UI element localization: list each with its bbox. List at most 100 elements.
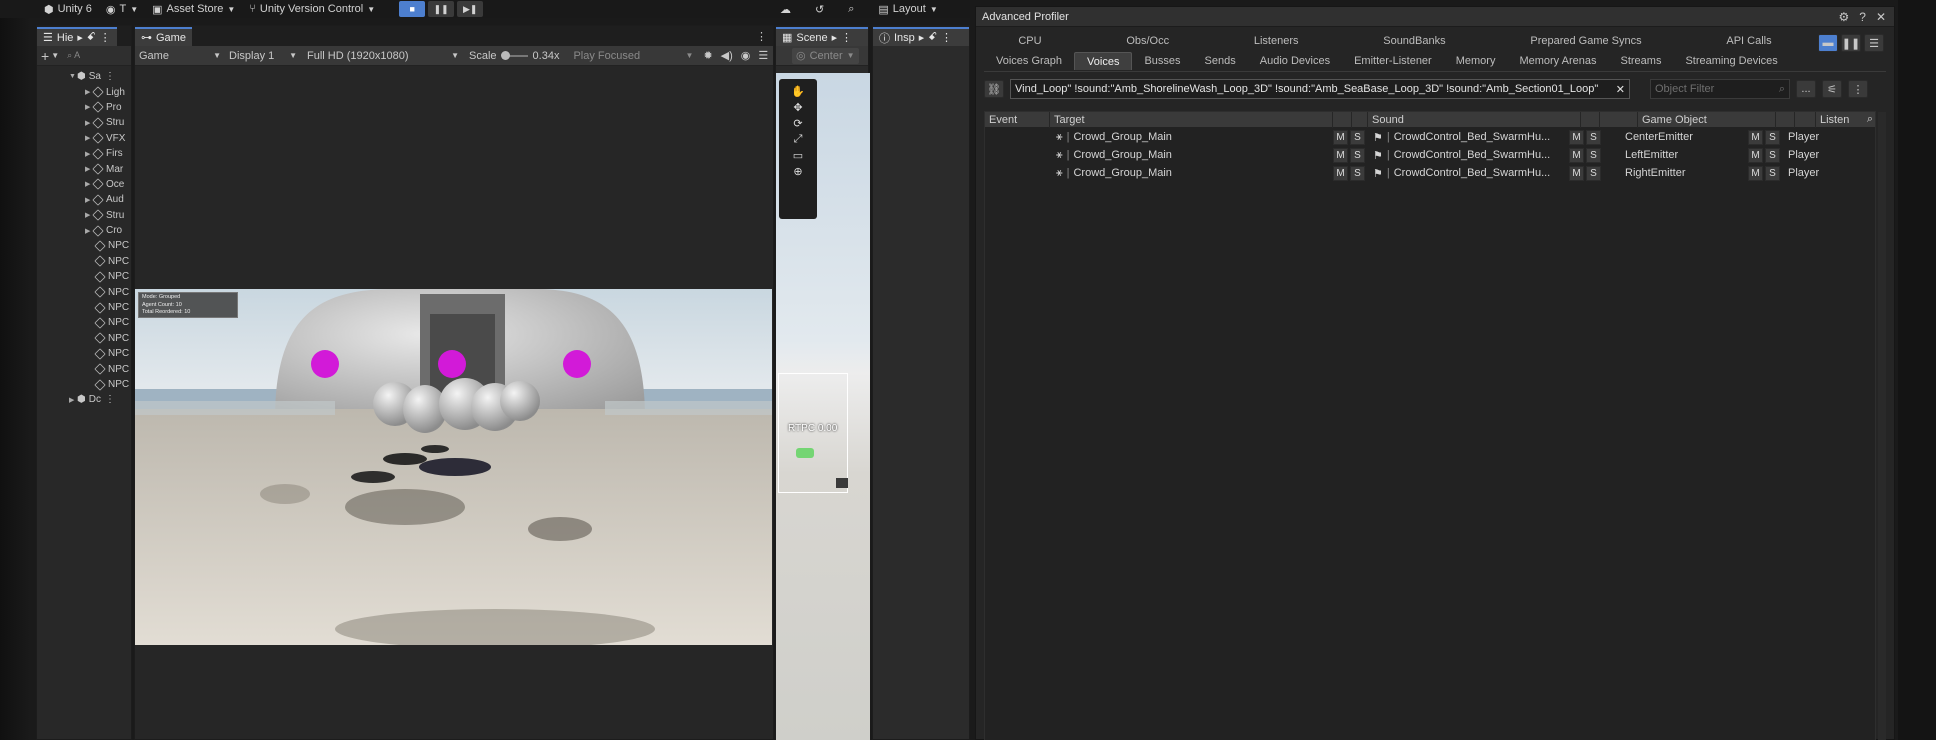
tab-soundbanks[interactable]: SoundBanks (1371, 32, 1457, 50)
tab-listeners[interactable]: Listeners (1242, 32, 1311, 50)
list-item[interactable]: ▶ Firs (37, 146, 131, 161)
layout-split-vertical-icon[interactable]: ❚❚ (1841, 34, 1861, 52)
pause-button[interactable]: ❚❚ (428, 1, 455, 17)
list-item[interactable]: NPC (37, 284, 131, 299)
tab-emitter-listener[interactable]: Emitter-Listener (1342, 52, 1444, 70)
layout-split-horizontal-icon[interactable]: ☰ (1864, 34, 1884, 52)
scale-slider[interactable] (500, 50, 528, 60)
gear-icon[interactable]: ⚙ (1838, 10, 1849, 24)
list-item[interactable]: ▶ Oce (37, 177, 131, 192)
list-item[interactable]: ▶ Pro (37, 100, 131, 115)
list-item[interactable]: ▶ Mar (37, 161, 131, 176)
list-item[interactable]: ▶ Stru (37, 115, 131, 130)
tab-audio-devices[interactable]: Audio Devices (1248, 52, 1342, 70)
step-button[interactable]: ▶❚ (457, 1, 484, 17)
solo-button[interactable]: S (1586, 165, 1601, 181)
list-item[interactable]: ▶ Ligh (37, 84, 131, 99)
stats-icon[interactable]: ☰ (758, 49, 768, 62)
kebab-menu-icon[interactable]: ⋮ (1848, 80, 1868, 98)
version-control-menu[interactable]: ⑂ Unity Version Control ▼ (249, 3, 375, 15)
list-item[interactable]: ▶ Cro (37, 223, 131, 238)
tab-streaming-devices[interactable]: Streaming Devices (1673, 52, 1789, 70)
expand-arrow-icon[interactable]: ▶ (69, 396, 77, 404)
layout-single-icon[interactable]: ▬ (1818, 34, 1838, 52)
gizmos-icon[interactable]: ◉ (741, 49, 751, 62)
solo-button[interactable]: S (1350, 129, 1365, 145)
tab-sends[interactable]: Sends (1193, 52, 1248, 70)
search-icon[interactable]: ⌕ (1867, 113, 1873, 126)
mute-button[interactable]: M (1748, 129, 1763, 145)
expand-arrow-icon[interactable]: ▼ (69, 73, 77, 80)
mute-button[interactable]: M (1569, 147, 1584, 163)
kebab-menu-icon[interactable]: ⋮ (941, 31, 952, 44)
stop-button[interactable]: ■ (399, 1, 426, 17)
tab-memory-arenas[interactable]: Memory Arenas (1507, 52, 1608, 70)
kebab-menu-icon[interactable]: ⋮ (841, 31, 852, 44)
table-row[interactable]: ⚹ | Crowd_Group_Main M S ⚑ | CrowdControl_Bed_S… (985, 164, 1875, 182)
rotate-tool-icon[interactable]: ⟳ (793, 117, 802, 130)
more-button[interactable]: ... (1796, 80, 1816, 98)
solo-button[interactable]: S (1586, 129, 1601, 145)
solo-button[interactable]: S (1765, 165, 1780, 181)
pivot-dropdown[interactable]: ◎ Center ▼ (792, 47, 859, 64)
audio-icon[interactable]: ◀) (721, 49, 733, 62)
list-item[interactable]: NPC (37, 269, 131, 284)
list-item[interactable]: NPC (37, 361, 131, 376)
game-mode-dropdown[interactable]: Game ▼ (135, 50, 221, 62)
tab-scene[interactable]: ▦ Scene ▶ ⋮ (776, 27, 868, 46)
filter-input[interactable]: Vind_Loop" !sound:"Amb_ShorelineWash_Loo… (1010, 79, 1630, 99)
table-row[interactable]: ⚹ | Crowd_Group_Main M S ⚑ | CrowdControl_Bed_S… (985, 146, 1875, 164)
tab-cpu[interactable]: CPU (1006, 32, 1053, 50)
mute-button[interactable]: M (1748, 165, 1763, 181)
list-item[interactable]: NPC (37, 331, 131, 346)
list-item[interactable]: NPC (37, 238, 131, 253)
display-dropdown[interactable]: Display 1 ▼ (221, 50, 297, 62)
tab-busses[interactable]: Busses (1132, 52, 1192, 70)
account-menu[interactable]: ⬢ Unity 6 (44, 3, 92, 16)
kebab-menu-icon[interactable]: ⋮ (756, 27, 767, 46)
mute-button[interactable]: M (1748, 147, 1763, 163)
tab-game[interactable]: ⊶ Game (135, 27, 192, 46)
column-target[interactable]: Target (1050, 111, 1333, 128)
help-icon[interactable]: ? (1859, 10, 1866, 24)
solo-button[interactable]: S (1765, 129, 1780, 145)
list-item[interactable]: ▶ VFX (37, 131, 131, 146)
solo-button[interactable]: S (1350, 147, 1365, 163)
mute-button[interactable]: M (1333, 129, 1348, 145)
link-icon[interactable]: ⛓ (984, 80, 1004, 98)
list-item[interactable]: ▶ Aud (37, 192, 131, 207)
list-item[interactable]: ▶ ⬢ Dc ⋮ (37, 392, 131, 407)
list-item[interactable]: NPC (37, 300, 131, 315)
column-sound[interactable]: Sound (1368, 111, 1581, 128)
user-menu[interactable]: ◉ T ▼ (106, 3, 138, 16)
clear-icon[interactable]: ✕ (1616, 83, 1625, 96)
solo-button[interactable]: S (1765, 147, 1780, 163)
scale-tool-icon[interactable]: ⤢ (794, 133, 803, 146)
rect-tool-icon[interactable]: ▭ (793, 149, 803, 162)
hand-tool-icon[interactable]: ✋ (791, 85, 805, 98)
tab-hierarchy[interactable]: ☰ Hie ▶ ꗃ ⋮ (37, 27, 117, 46)
tab-streams[interactable]: Streams (1608, 52, 1673, 70)
lock-icon[interactable]: ꗃ (87, 31, 96, 44)
list-item[interactable]: NPC (37, 377, 131, 392)
list-item[interactable]: NPC (37, 346, 131, 361)
column-event[interactable]: Event (985, 111, 1050, 128)
tab-memory[interactable]: Memory (1444, 52, 1508, 70)
solo-button[interactable]: S (1586, 147, 1601, 163)
asset-store-menu[interactable]: ▣ Asset Store ▼ (152, 3, 235, 16)
column-listener[interactable]: Listen ⌕ (1816, 112, 1875, 128)
mute-button[interactable]: M (1569, 165, 1584, 181)
kebab-menu-icon[interactable]: ⋮ (100, 31, 111, 44)
expand-arrow-icon[interactable]: ▶ (85, 103, 93, 111)
move-tool-icon[interactable]: ✥ (793, 101, 802, 114)
transform-tool-icon[interactable]: ⊕ (793, 165, 802, 178)
bug-icon[interactable]: ✹ (703, 49, 712, 62)
tab-api-calls[interactable]: API Calls (1714, 32, 1783, 50)
solo-button[interactable]: S (1350, 165, 1365, 181)
hierarchy-search-input[interactable]: ⌕ A (67, 50, 80, 61)
list-item[interactable]: ▶ Stru (37, 208, 131, 223)
tab-voices-graph[interactable]: Voices Graph (984, 52, 1074, 70)
history-icon[interactable]: ↺ (815, 3, 824, 16)
list-item[interactable]: NPC (37, 315, 131, 330)
kebab-menu-icon[interactable]: ⋮ (105, 394, 115, 405)
